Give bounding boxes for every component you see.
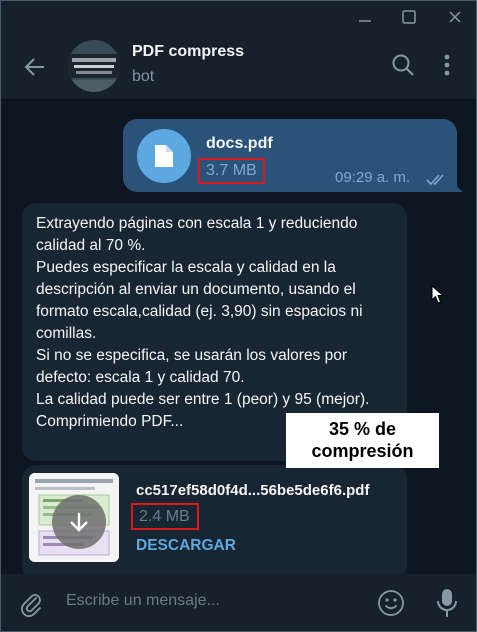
message-text: Extrayendo páginas con escala 1 y reduci… [36,215,370,430]
emoji-icon[interactable] [376,588,406,618]
message-list[interactable]: docs.pdf 3.7 MB 09:29 a. m. Extrayendo p… [1,100,476,574]
paperclip-icon[interactable] [17,590,45,618]
close-icon[interactable] [443,5,467,29]
outgoing-file-message[interactable]: docs.pdf 3.7 MB 09:29 a. m. [123,119,457,192]
outgoing-file-name: docs.pdf [206,135,273,152]
minimize-icon[interactable] [353,5,377,29]
chat-title[interactable]: PDF compress [132,43,244,61]
bot-avatar[interactable] [68,40,120,92]
chat-subtitle: bot [132,68,155,85]
document-icon[interactable] [137,129,191,183]
annotation-line-1: 35 % de [328,419,397,439]
chat-header: PDF compress bot [1,33,476,100]
telegram-window: PDF compress bot docs.pdf 3.7 MB 09:29 a… [0,0,477,632]
pdf-thumbnail[interactable] [29,473,119,562]
message-input[interactable]: Escribe un mensaje... [66,592,220,610]
compression-annotation: 35 % de compresión [286,413,439,468]
composer: Escribe un mensaje... [1,574,476,631]
download-arrow-icon[interactable] [52,495,106,549]
result-file-name: cc517ef58d0f4d...56be5de6f6.pdf [136,482,370,499]
mouse-cursor-icon [431,285,445,304]
outgoing-file-size: 3.7 MB [198,158,265,184]
result-file-size: 2.4 MB [131,503,199,530]
double-check-icon [426,172,448,191]
maximize-icon[interactable] [397,5,421,29]
more-vertical-icon[interactable] [437,52,457,78]
title-bar [1,1,476,33]
message-time: 09:29 a. m. [335,169,411,186]
search-icon[interactable] [390,52,416,78]
bubble-tail [453,176,463,192]
back-arrow-icon[interactable] [21,53,49,81]
microphone-icon[interactable] [435,587,459,619]
annotation-line-2: compresión [311,441,414,461]
download-link[interactable]: DESCARGAR [136,537,236,555]
incoming-file-message[interactable]: cc517ef58d0f4d...56be5de6f6.pdf 2.4 MB D… [22,465,407,574]
